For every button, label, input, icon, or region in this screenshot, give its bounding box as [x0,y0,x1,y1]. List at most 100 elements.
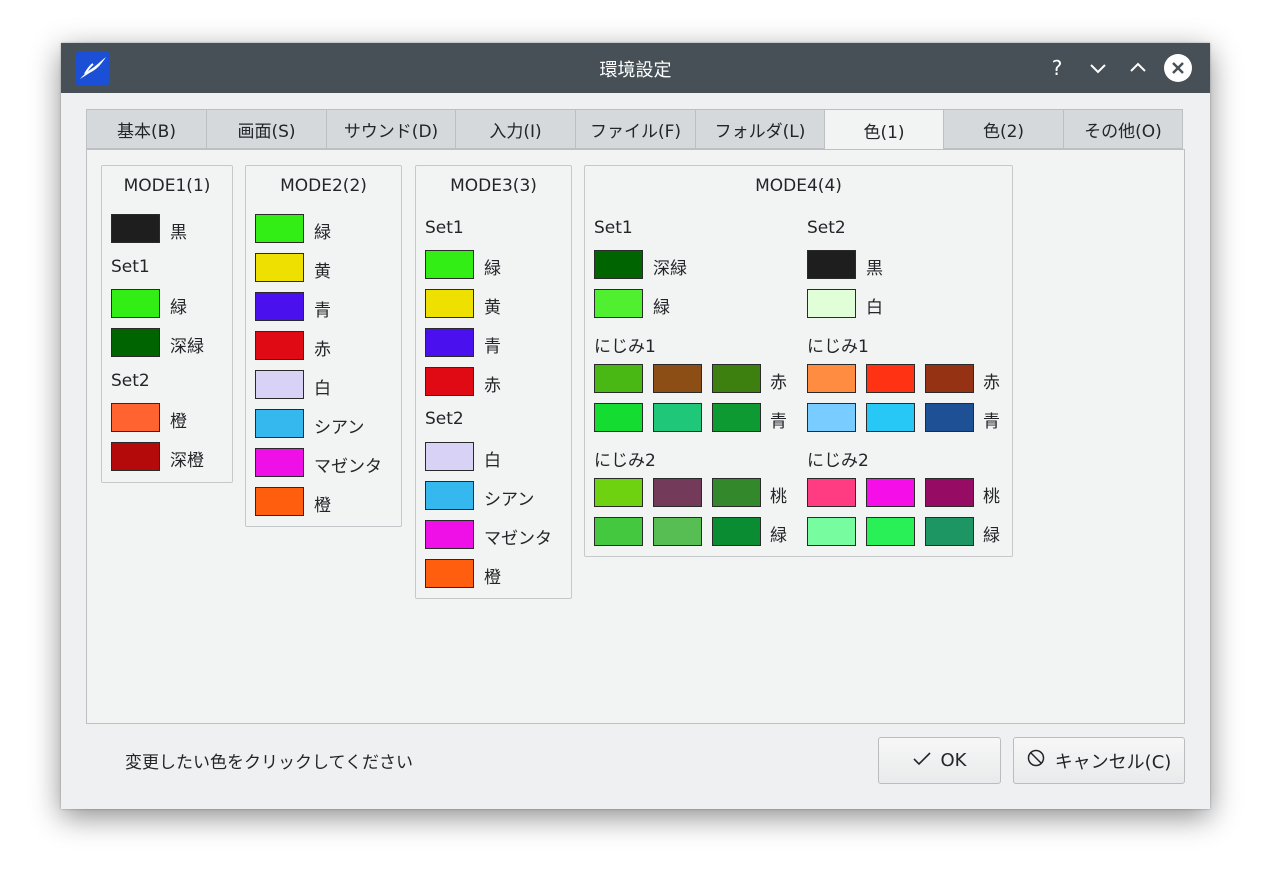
mode2-label-0: 緑 [314,223,331,243]
cancel-button[interactable]: キャンセル(C) [1013,737,1185,784]
mode4-set1-nijimi1-swatch-1-2[interactable] [712,403,761,432]
mode2-label-5: シアン [314,418,365,438]
mode3-set1-swatch-0[interactable] [425,250,474,279]
mode4-set2-nijimi2-swatch-0-1[interactable] [866,478,915,507]
mode2-title: MODE2(2) [280,176,367,196]
mode4-set1-nijimi2-swatch-0-2[interactable] [712,478,761,507]
mode4-set2-nijimi2-swatch-1-1[interactable] [866,517,915,546]
close-icon[interactable] [1164,54,1192,82]
mode1-group: MODE1(1) 黒 Set1 緑深緑 Set2 橙深橙 [101,165,233,483]
mode4-set2-nijimi1-swatch-0-1[interactable] [866,364,915,393]
mode4-set1-nijimi2-swatch-0-0[interactable] [594,478,643,507]
mode4-set1-nijimi2-swatch-1-1[interactable] [653,517,702,546]
mode4-set1-nijimi2-swatch-1-2[interactable] [712,517,761,546]
mode3-set2-label: Set2 [425,409,464,429]
tab-7[interactable]: 色(1) [824,109,944,150]
mode2-label-3: 赤 [314,340,331,360]
mode4-set2-nijimi1-swatch-0-2[interactable] [925,364,974,393]
mode3-set1-swatch-2[interactable] [425,328,474,357]
ok-label: OK [940,750,967,771]
mode4-set1-nijimi1-swatch-1-1[interactable] [653,403,702,432]
mode4-set1-nijimi1-swatch-0-0[interactable] [594,364,643,393]
mode3-set1-label: Set1 [425,218,464,238]
mode3-set2-swatch-0[interactable] [425,442,474,471]
mode4-set1-nijimi2-label: にじみ2 [594,451,656,471]
mode2-swatch-4[interactable] [255,370,304,399]
mode2-swatch-1[interactable] [255,253,304,282]
mode2-swatch-6[interactable] [255,448,304,477]
tab-2[interactable]: 画面(S) [206,109,327,149]
mode4-set2-nijimi2-label-0: 桃 [983,487,1000,507]
mode4-set1-nijimi1-label: にじみ1 [594,337,656,357]
mode4-set2-nijimi2-swatch-1-0[interactable] [807,517,856,546]
mode1-set2-swatch-1[interactable] [111,442,160,471]
tab-6[interactable]: フォルダ(L) [695,109,825,149]
mode3-set1-swatch-3[interactable] [425,367,474,396]
mode4-set2-swatch-1[interactable] [807,289,856,318]
mode3-set2-swatch-1[interactable] [425,481,474,510]
maximize-icon[interactable] [1124,54,1152,82]
ok-button[interactable]: OK [878,737,1001,784]
mode3-set2-label-2: マゼンタ [484,529,552,549]
mode3-set1-swatch-1[interactable] [425,289,474,318]
mode4-set2-swatch-0[interactable] [807,250,856,279]
mode2-label-4: 白 [314,379,331,399]
mode1-swatch-black[interactable] [111,214,160,243]
tab-4[interactable]: 入力(I) [455,109,576,149]
mode4-set2-nijimi2-swatch-0-0[interactable] [807,478,856,507]
mode3-set1-label-3: 赤 [484,376,501,396]
mode1-set2-swatch-0[interactable] [111,403,160,432]
mode2-swatch-5[interactable] [255,409,304,438]
mode3-group: MODE3(3) Set1 緑黄青赤 Set2 白シアン マゼンタ橙 [415,165,572,599]
mode2-swatch-7[interactable] [255,487,304,516]
mode4-group: MODE4(4) Set1 深緑緑にじみ1 赤青にじみ2 桃緑 Set2 黒白にじみ1 赤青… [584,165,1013,557]
mode4-set1-nijimi1-swatch-0-1[interactable] [653,364,702,393]
mode1-set1-swatch-1[interactable] [111,328,160,357]
mode4-set2-nijimi1-label-0: 赤 [983,373,1000,393]
mode4-set1-nijimi2-label-0: 桃 [770,487,787,507]
mode4-set2-nijimi1-swatch-1-0[interactable] [807,403,856,432]
status-text: 変更したい色をクリックしてください [125,753,413,773]
mode1-label-black: 黒 [170,223,187,243]
tab-5[interactable]: ファイル(F) [575,109,696,149]
mode4-set1-nijimi1-swatch-1-0[interactable] [594,403,643,432]
tab-8[interactable]: 色(2) [943,109,1064,149]
mode4-set1-swatch-1[interactable] [594,289,643,318]
mode4-set2-item-label-0: 黒 [866,259,883,279]
mode2-swatch-3[interactable] [255,331,304,360]
mode4-set2-nijimi1-label-1: 青 [983,412,1000,432]
mode2-label-1: 黄 [314,262,331,282]
mode2-swatch-2[interactable] [255,292,304,321]
tab-1[interactable]: 基本(B) [86,109,207,149]
mode3-set2-label-3: 橙 [484,568,501,588]
mode4-set2-nijimi1-swatch-0-0[interactable] [807,364,856,393]
mode1-set2-label-0: 橙 [170,412,187,432]
mode4-set2-nijimi2-swatch-1-2[interactable] [925,517,974,546]
checkmark-icon [912,750,931,771]
mode4-set2-nijimi1-swatch-1-1[interactable] [866,403,915,432]
mode1-set1-label: Set1 [111,257,150,277]
mode3-title: MODE3(3) [450,176,537,196]
mode4-set1-nijimi2-swatch-1-0[interactable] [594,517,643,546]
mode4-set1-swatch-0[interactable] [594,250,643,279]
mode3-set2-swatch-2[interactable] [425,520,474,549]
title-bar: 環境設定 ? [61,43,1210,93]
tab-3[interactable]: サウンド(D) [326,109,456,149]
mode4-set2-nijimi1-swatch-1-2[interactable] [925,403,974,432]
mode2-label-7: 橙 [314,496,331,516]
mode4-set1-nijimi1-swatch-0-2[interactable] [712,364,761,393]
minimize-icon[interactable] [1084,54,1112,82]
mode1-set2-label: Set2 [111,371,150,391]
mode4-set2-nijimi2-swatch-0-2[interactable] [925,478,974,507]
mode4-set1-nijimi2-label-1: 緑 [770,526,787,546]
cancel-icon [1027,749,1045,772]
mode3-set1-label-1: 黄 [484,298,501,318]
mode2-swatch-0[interactable] [255,214,304,243]
mode4-set1-nijimi2-swatch-0-1[interactable] [653,478,702,507]
tab-9[interactable]: その他(O) [1063,109,1183,149]
mode1-title: MODE1(1) [123,176,211,196]
help-icon[interactable]: ? [1043,54,1071,82]
mode3-set2-swatch-3[interactable] [425,559,474,588]
mode1-set1-swatch-0[interactable] [111,289,160,318]
mode1-set1-label-1: 深緑 [170,337,204,357]
